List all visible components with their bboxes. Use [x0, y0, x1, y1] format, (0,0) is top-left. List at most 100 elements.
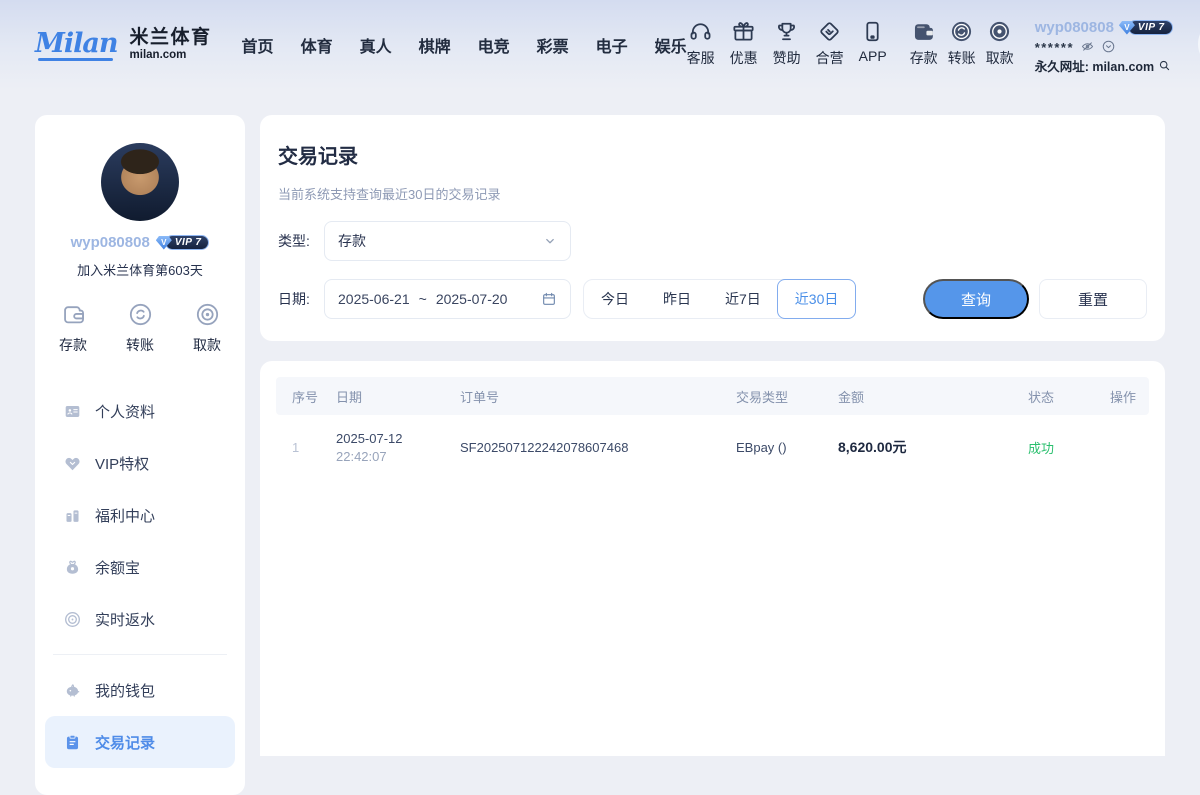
table-row: 1 2025-07-12 22:42:07 SF2025071222420786…	[276, 415, 1149, 479]
support-button[interactable]: 客服	[687, 19, 715, 68]
nav-item-home[interactable]: 首页	[242, 33, 274, 57]
sidebar-item-yuebao[interactable]: 余额宝	[35, 541, 245, 593]
profile-sidebar: wyp080808 V VIP 7 加入米兰体育第603天 存款 转账	[35, 115, 245, 795]
sidebar-deposit-label: 存款	[59, 335, 87, 355]
cell-index: 1	[276, 440, 320, 455]
money-bag-icon	[63, 558, 82, 577]
app-download-button[interactable]: APP	[859, 19, 887, 64]
sidebar-item-label: 实时返水	[95, 609, 155, 630]
col-header-status: 状态	[1012, 387, 1094, 406]
menu-divider	[53, 654, 227, 655]
withdraw-button[interactable]: 取款	[986, 19, 1014, 68]
support-label: 客服	[687, 48, 715, 68]
sidebar-item-label: 我的钱包	[95, 680, 155, 701]
nav-item-live-casino[interactable]: 真人	[360, 33, 392, 57]
filter-panel: 交易记录 当前系统支持查询最近30日的交易记录 类型: 存款 日期: 2025-…	[260, 115, 1165, 341]
nav-item-sports[interactable]: 体育	[301, 33, 333, 57]
sidebar-item-label: 个人资料	[95, 401, 155, 422]
headset-icon	[688, 19, 713, 44]
sidebar-transfer-button[interactable]: 转账	[126, 301, 154, 355]
gift-icon	[731, 19, 756, 44]
main-nav: 首页 体育 真人 棋牌 电竞 彩票 电子 娱乐	[242, 33, 687, 57]
nav-item-entertainment[interactable]: 娱乐	[655, 33, 687, 57]
transfer-filled-icon	[949, 19, 974, 44]
sidebar-menu: 个人资料 VIP特权 福利中心 余额宝	[35, 385, 245, 768]
date-end-value: 2025-07-20	[436, 291, 508, 307]
partner-label: 合营	[816, 48, 844, 68]
promotions-button[interactable]: 优惠	[730, 19, 758, 68]
date-range-input[interactable]: 2025-06-21 ~ 2025-07-20	[324, 279, 571, 319]
range-30days-button[interactable]: 近30日	[777, 279, 857, 319]
sidebar-item-label: 福利中心	[95, 505, 155, 526]
eye-off-icon[interactable]	[1080, 39, 1095, 54]
vip-badge[interactable]: V VIP 7	[1119, 20, 1173, 35]
nav-item-slots[interactable]: 电子	[596, 33, 628, 57]
deposit-label: 存款	[910, 48, 938, 68]
sidebar-item-wallet[interactable]: 我的钱包	[35, 664, 245, 716]
col-header-type: 交易类型	[720, 387, 822, 406]
type-select[interactable]: 存款	[324, 221, 571, 261]
withdraw-label: 取款	[986, 48, 1014, 68]
brand-domain: milan.com	[130, 49, 212, 62]
range-yesterday-button[interactable]: 昨日	[646, 280, 708, 318]
sidebar-item-label: 余额宝	[95, 557, 140, 578]
col-header-index: 序号	[276, 387, 320, 406]
calendar-icon	[541, 291, 557, 307]
sidebar-username: wyp080808	[71, 234, 150, 251]
rebate-icon	[63, 610, 82, 629]
transfer-outline-icon	[127, 301, 154, 328]
range-today-button[interactable]: 今日	[584, 280, 646, 318]
date-separator: ~	[419, 291, 427, 307]
range-7days-button[interactable]: 近7日	[708, 280, 778, 318]
cell-transaction-type: EBpay ()	[720, 440, 822, 455]
search-icon[interactable]	[1158, 59, 1171, 72]
sidebar-item-welfare[interactable]: 福利中心	[35, 489, 245, 541]
clipboard-icon	[63, 733, 82, 752]
col-header-actions: 操作	[1094, 387, 1149, 406]
sidebar-vip-level-label: VIP 7	[165, 235, 210, 250]
date-label: 日期:	[278, 289, 324, 309]
transfer-button[interactable]: 转账	[948, 19, 976, 68]
deposit-button[interactable]: 存款	[910, 19, 938, 68]
reset-button[interactable]: 重置	[1039, 279, 1147, 319]
vip-gem-icon	[63, 454, 82, 473]
nav-item-esports[interactable]: 电竞	[478, 33, 510, 57]
col-header-amount: 金额	[822, 387, 1012, 406]
brand-script-logo: Milan	[35, 30, 121, 61]
sidebar-item-vip[interactable]: VIP特权	[35, 437, 245, 489]
sidebar-deposit-button[interactable]: 存款	[59, 301, 87, 355]
sponsor-label: 赞助	[773, 48, 801, 68]
sponsor-button[interactable]: 赞助	[773, 19, 801, 68]
refresh-circle-icon[interactable]	[1101, 39, 1116, 54]
sidebar-vip-badge[interactable]: V VIP 7	[156, 235, 210, 250]
page-subtitle: 当前系统支持查询最近30日的交易记录	[278, 184, 1147, 203]
cell-amount: 8,620.00元	[822, 437, 1012, 457]
col-header-order: 订单号	[444, 387, 720, 406]
sidebar-withdraw-button[interactable]: 取款	[193, 301, 221, 355]
sidebar-item-transactions[interactable]: 交易记录	[45, 716, 235, 768]
masked-balance: ******	[1035, 38, 1074, 54]
nav-item-lottery[interactable]: 彩票	[537, 33, 569, 57]
permanent-url-label: 永久网址: milan.com	[1035, 56, 1154, 75]
transactions-table: 序号 日期 订单号 交易类型 金额 状态 操作 1 2025-07-12 22:…	[260, 361, 1165, 756]
sidebar-item-label: 交易记录	[95, 732, 155, 753]
date-start-value: 2025-06-21	[338, 291, 410, 307]
partner-button[interactable]: 合营	[816, 19, 844, 68]
withdraw-outline-icon	[194, 301, 221, 328]
membership-days-text: 加入米兰体育第603天	[35, 260, 245, 279]
trophy-icon	[774, 19, 799, 44]
cell-time-value: 22:42:07	[336, 449, 444, 464]
col-header-date: 日期	[320, 387, 444, 406]
username[interactable]: wyp080808	[1035, 19, 1114, 36]
type-select-value: 存款	[338, 231, 366, 251]
sidebar-withdraw-label: 取款	[193, 335, 221, 355]
sidebar-transfer-label: 转账	[126, 335, 154, 355]
nav-item-chess[interactable]: 棋牌	[419, 33, 451, 57]
vip-level-label: VIP 7	[1128, 20, 1173, 35]
brand-logo[interactable]: Milan 米兰体育 milan.com	[35, 28, 212, 62]
table-header-row: 序号 日期 订单号 交易类型 金额 状态 操作	[276, 377, 1149, 415]
promotions-label: 优惠	[730, 48, 758, 68]
query-button[interactable]: 查询	[923, 279, 1029, 319]
sidebar-item-rebate[interactable]: 实时返水	[35, 593, 245, 645]
sidebar-item-profile[interactable]: 个人资料	[35, 385, 245, 437]
